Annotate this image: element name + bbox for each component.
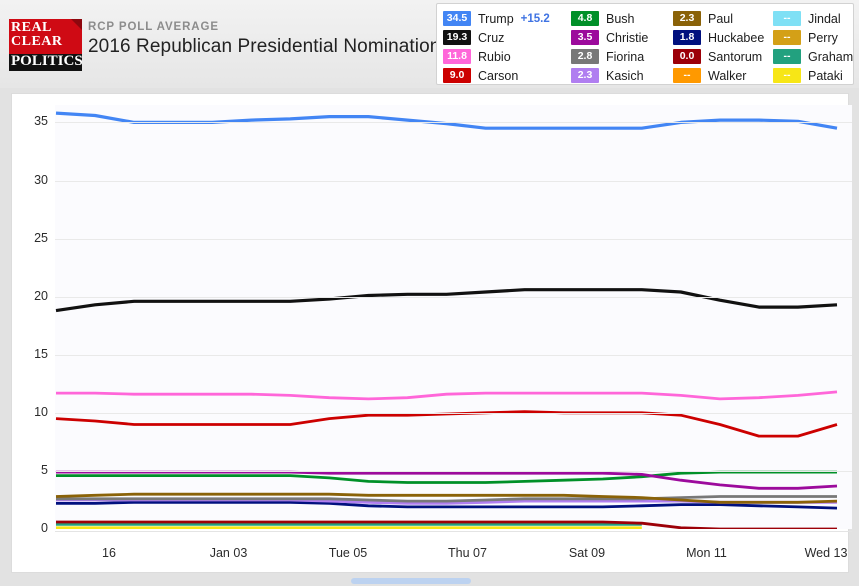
legend-label-jindal: Jindal xyxy=(808,11,841,26)
horizontal-scrollbar[interactable] xyxy=(11,575,849,586)
legend-label-kasich: Kasich xyxy=(606,68,644,83)
gridline-25 xyxy=(55,238,852,240)
legend-swatch-graham: -- xyxy=(773,49,801,64)
y-axis-label-25: 25 xyxy=(34,230,48,245)
poll-average-lines xyxy=(55,111,838,529)
series-line-trump xyxy=(55,111,838,130)
gridline-35 xyxy=(55,122,852,124)
legend-swatch-trump: 34.5 xyxy=(443,11,471,26)
x-axis-label-4: Sat 09 xyxy=(568,546,606,560)
legend-label-fiorina: Fiorina xyxy=(606,49,645,64)
legend-swatch-rubio: 11.8 xyxy=(443,49,471,64)
gridline-15 xyxy=(55,354,852,356)
x-axis-label-2: Tue 05 xyxy=(328,546,368,560)
legend-label-christie: Christie xyxy=(606,30,649,45)
legend-swatch-bush: 4.8 xyxy=(571,11,599,26)
candidate-legend: 34.5 Trump +15.2 4.8 Bush 2.3 Paul -- Jindal 19.3… xyxy=(436,3,854,85)
legend-label-perry: Perry xyxy=(808,30,838,45)
legend-swatch-huckabee: 1.8 xyxy=(673,30,701,45)
legend-label-santorum: Santorum xyxy=(708,49,763,64)
legend-item-walker[interactable]: -- Walker xyxy=(673,66,773,85)
x-axis-line xyxy=(55,531,852,532)
gridline-10 xyxy=(55,412,852,414)
logo-line-2: CLEAR xyxy=(11,34,63,49)
header-kicker: RCP POLL AVERAGE xyxy=(88,21,219,33)
legend-swatch-christie: 3.5 xyxy=(571,30,599,45)
legend-item-rubio[interactable]: 11.8 Rubio xyxy=(443,47,571,66)
legend-label-paul: Paul xyxy=(708,11,734,26)
logo-line-1: REAL xyxy=(11,20,52,35)
legend-swatch-kasich: 2.3 xyxy=(571,68,599,83)
legend-item-perry[interactable]: -- Perry xyxy=(773,28,853,47)
legend-label-pataki: Pataki xyxy=(808,68,843,83)
gridline-5 xyxy=(55,470,852,472)
legend-label-rubio: Rubio xyxy=(478,49,511,64)
gridline-20 xyxy=(55,296,852,298)
legend-item-bush[interactable]: 4.8 Bush xyxy=(571,9,673,28)
legend-swatch-fiorina: 2.8 xyxy=(571,49,599,64)
x-axis-label-5: Mon 11 xyxy=(686,546,727,560)
legend-swatch-jindal: -- xyxy=(773,11,801,26)
legend-label-bush: Bush xyxy=(606,11,635,26)
legend-label-walker: Walker xyxy=(708,68,747,83)
y-axis-label-20: 20 xyxy=(34,288,48,303)
rcp-poll-average-page: REAL CLEAR POLITICS RCP POLL AVERAGE 201… xyxy=(0,0,859,586)
legend-item-trump[interactable]: 34.5 Trump +15.2 xyxy=(443,9,571,28)
chart-panel: 0 5 10 15 20 25 30 35 16 Jan 03 Tue 05 Thu 07 Sat 0… xyxy=(11,93,852,573)
gridline-30 xyxy=(55,180,852,182)
legend-swatch-cruz: 19.3 xyxy=(443,30,471,45)
y-axis-label-10: 10 xyxy=(34,404,48,419)
series-line-cruz xyxy=(55,288,838,313)
legend-label-huckabee: Huckabee xyxy=(708,30,765,45)
legend-item-fiorina[interactable]: 2.8 Fiorina xyxy=(571,47,673,66)
series-line-rubio xyxy=(56,390,838,401)
y-axis: 0 5 10 15 20 25 30 35 xyxy=(12,105,48,535)
legend-item-kasich[interactable]: 2.3 Kasich xyxy=(571,66,673,85)
legend-swatch-carson: 9.0 xyxy=(443,68,471,83)
legend-item-jindal[interactable]: -- Jindal xyxy=(773,9,853,28)
legend-item-carson[interactable]: 9.0 Carson xyxy=(443,66,571,85)
legend-item-christie[interactable]: 3.5 Christie xyxy=(571,28,673,47)
legend-swatch-perry: -- xyxy=(773,30,801,45)
y-axis-label-15: 15 xyxy=(34,346,48,361)
y-axis-label-5: 5 xyxy=(41,462,48,477)
page-title: 2016 Republican Presidential Nomination xyxy=(88,36,441,57)
logo-line-3: POLITICS xyxy=(11,53,83,69)
legend-delta-trump: +15.2 xyxy=(520,12,550,25)
legend-swatch-santorum: 0.0 xyxy=(673,49,701,64)
legend-label-carson: Carson xyxy=(478,68,519,83)
plot-area[interactable] xyxy=(55,105,852,529)
y-axis-label-35: 35 xyxy=(34,114,48,129)
realclearpolitics-logo[interactable]: REAL CLEAR POLITICS xyxy=(9,19,83,71)
legend-item-graham[interactable]: -- Graham xyxy=(773,47,853,66)
y-axis-label-30: 30 xyxy=(34,172,48,187)
y-axis-label-0: 0 xyxy=(41,521,48,535)
legend-grid: 34.5 Trump +15.2 4.8 Bush 2.3 Paul -- Jindal 19.3… xyxy=(443,9,853,85)
legend-swatch-pataki: -- xyxy=(773,68,801,83)
legend-label-cruz: Cruz xyxy=(478,30,505,45)
legend-swatch-paul: 2.3 xyxy=(673,11,701,26)
legend-item-paul[interactable]: 2.3 Paul xyxy=(673,9,773,28)
series-line-carson xyxy=(55,410,838,438)
legend-swatch-walker: -- xyxy=(673,68,701,83)
x-axis-label-3: Thu 07 xyxy=(448,546,487,560)
legend-item-santorum[interactable]: 0.0 Santorum xyxy=(673,47,773,66)
legend-label-graham: Graham xyxy=(808,49,854,64)
legend-item-pataki[interactable]: -- Pataki xyxy=(773,66,853,85)
legend-item-cruz[interactable]: 19.3 Cruz xyxy=(443,28,571,47)
x-axis-label-1: Jan 03 xyxy=(209,546,248,560)
x-axis-label-6: Wed 13 xyxy=(804,546,848,560)
x-axis-label-0: 16 xyxy=(102,546,116,560)
scrollbar-thumb[interactable] xyxy=(351,578,471,584)
legend-label-trump: Trump xyxy=(478,11,514,26)
legend-item-huckabee[interactable]: 1.8 Huckabee xyxy=(673,28,773,47)
